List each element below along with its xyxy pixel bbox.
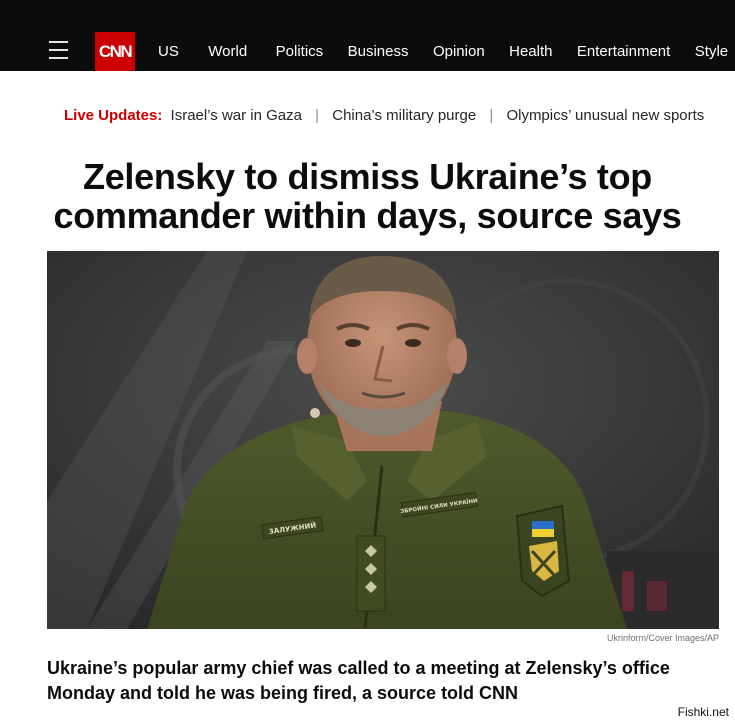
cnn-logo[interactable]: CNN (95, 32, 135, 71)
nav-item-opinion[interactable]: Opinion (433, 43, 485, 60)
nav-item-style[interactable]: Style (695, 43, 728, 60)
nav-item-world[interactable]: World (208, 43, 247, 60)
nav-item-health[interactable]: Health (509, 43, 552, 60)
divider: | (315, 107, 320, 124)
headline-line-1: Zelensky to dismiss Ukraine’s top (83, 156, 652, 197)
nav-item-us[interactable]: US (158, 43, 179, 60)
photo-credit: Ukrinform/Cover Images/AP (606, 633, 719, 643)
watermark: Fishki.net (675, 705, 731, 719)
photo-illustration: ЗАЛУЖНИЙ ЗБРОЙНІ СИЛИ УКРАЇНИ (47, 251, 719, 629)
menu-icon[interactable] (49, 41, 69, 61)
live-updates-bar: Live Updates: Israel’s war in Gaza | Chi… (64, 107, 704, 124)
headline-line-2: commander within days, source says (53, 195, 682, 236)
live-update-link[interactable]: Olympics’ unusual new sports (506, 107, 704, 124)
top-navigation-bar: CNN US World Politics Business Opinion H… (0, 0, 735, 71)
divider: | (489, 107, 494, 124)
section-nav: US World Politics Business Opinion Healt… (158, 43, 735, 61)
page-title: Zelensky to dismiss Ukraine’s top comman… (0, 157, 735, 235)
live-update-link[interactable]: China’s military purge (332, 107, 476, 124)
live-updates-label: Live Updates: (64, 107, 163, 124)
nav-item-business[interactable]: Business (348, 43, 409, 60)
article-lede[interactable]: Ukraine’s popular army chief was called … (47, 656, 727, 706)
nav-item-entertainment[interactable]: Entertainment (577, 43, 670, 60)
nav-item-politics[interactable]: Politics (276, 43, 324, 60)
live-update-link[interactable]: Israel’s war in Gaza (171, 107, 302, 124)
article-photo[interactable]: ЗАЛУЖНИЙ ЗБРОЙНІ СИЛИ УКРАЇНИ (47, 251, 719, 629)
